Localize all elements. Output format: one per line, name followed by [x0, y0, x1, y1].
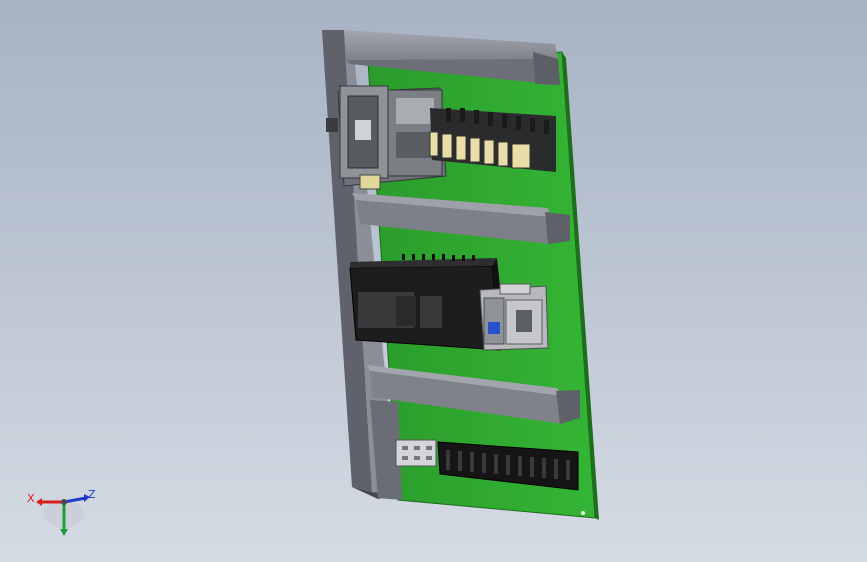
contactor: [479, 283, 549, 351]
x-axis-label: X: [27, 492, 35, 505]
z-axis-label: Z: [88, 488, 96, 501]
circuit-breaker: [326, 85, 447, 190]
cad-viewport[interactable]: [0, 0, 867, 562]
orientation-triad[interactable]: X Z: [22, 484, 102, 544]
